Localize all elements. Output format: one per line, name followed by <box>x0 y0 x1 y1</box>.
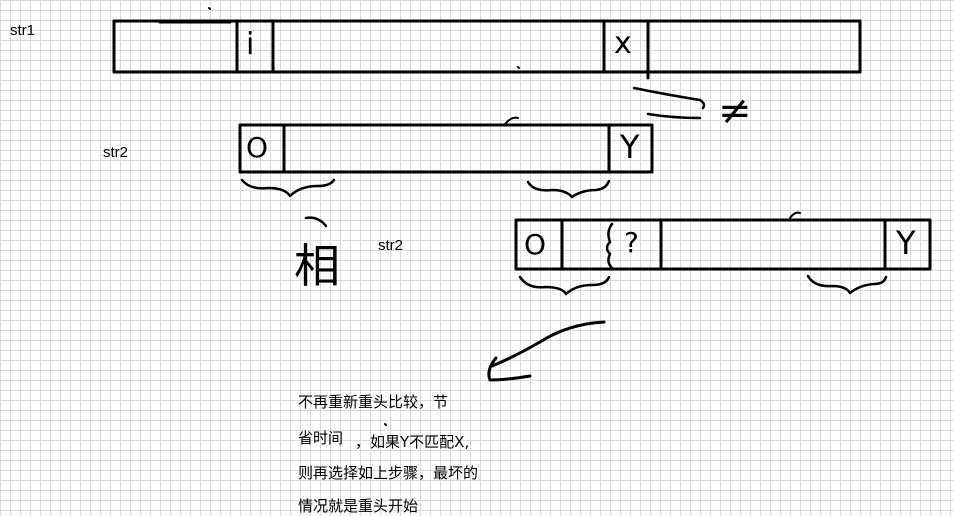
str2-top-cell-y: Y <box>620 128 640 166</box>
underbrace-str2-top-right <box>526 179 611 199</box>
arrow-shaft <box>490 320 606 368</box>
str2-bottom-cell-y: Y <box>896 224 916 262</box>
tick-above-xiang <box>304 216 328 228</box>
str2-bottom-outline <box>514 218 932 271</box>
underbrace-str2-bottom-right <box>806 274 888 295</box>
str2-top-cell-o: O <box>246 131 269 164</box>
not-equal-mark: ≠ <box>718 88 752 134</box>
str2-top-tick-mark <box>504 116 519 125</box>
underbrace-str2-bottom-left <box>518 275 611 296</box>
stray-dot <box>517 66 520 69</box>
stray-dot <box>384 423 387 426</box>
str1-array <box>112 19 862 80</box>
ink-layer <box>112 7 932 426</box>
str1-cell-i: i <box>246 27 255 62</box>
comparison-curve <box>632 86 706 110</box>
comparison-line <box>646 112 702 120</box>
hand-arrow <box>487 320 606 382</box>
note-line-1: 不再重新重头比较，节 <box>298 393 449 411</box>
drawing-canvas: str1 str2 str2 i x O Y O ? Y ≠ 相 不再重新重头比… <box>0 0 954 516</box>
str1-outline <box>112 19 862 74</box>
str1-cell-x: x <box>614 26 632 61</box>
underbrace-str2-top-left <box>240 178 336 198</box>
xiang-character: 相 <box>294 239 340 293</box>
note-line-2: 省时间 <box>298 429 344 447</box>
note-line-2b: ，如果Y不匹配X, <box>355 433 470 451</box>
str2-top-label: str2 <box>103 144 129 161</box>
str2-bottom-label: str2 <box>378 237 404 254</box>
note-line-3: 则再选择如上步骤，最坏的 <box>298 464 479 482</box>
str2-bottom-cell-question: ? <box>624 226 639 259</box>
curly-brace-stroke <box>605 222 614 270</box>
str2-bottom-tick-mark <box>789 211 801 219</box>
comparison-strokes <box>632 86 706 120</box>
stray-dot <box>208 7 211 10</box>
arrow-head <box>487 356 532 382</box>
str2-top-array <box>238 116 654 174</box>
str2-top-outline <box>238 123 654 174</box>
str2-bottom-cell-o: O <box>524 228 547 261</box>
str2-bottom-array <box>514 211 932 271</box>
str1-label: str1 <box>10 22 36 39</box>
note-line-4: 情况就是重头开始 <box>298 497 419 515</box>
